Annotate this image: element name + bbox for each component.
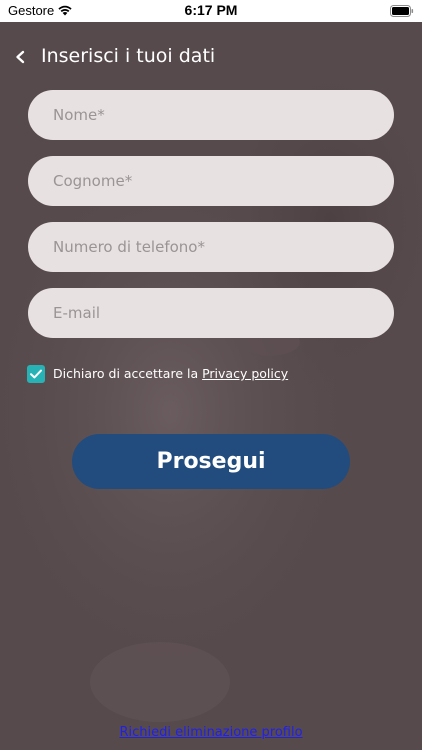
consent-text: Dichiaro di accettare la: [53, 366, 203, 381]
consent-label: Dichiaro di accettare la Privacy policy: [53, 366, 288, 381]
proceed-button[interactable]: Prosegui: [72, 434, 350, 489]
chevron-left-icon[interactable]: [12, 46, 30, 68]
privacy-policy-link[interactable]: Privacy policy: [202, 366, 288, 381]
checkmark-icon: [30, 369, 42, 379]
phone-field[interactable]: [28, 222, 394, 272]
delete-profile-link[interactable]: Richiedi eliminazione profilo: [0, 725, 422, 740]
last-name-field[interactable]: [28, 156, 394, 206]
battery-full-icon: [390, 5, 414, 17]
first-name-field[interactable]: [28, 90, 394, 140]
registration-screen: Gestore 6:17 PM Inserisci i tuoi dati Di: [0, 0, 422, 750]
page-title: Inserisci i tuoi dati: [41, 45, 216, 67]
header: Inserisci i tuoi dati: [0, 40, 422, 74]
status-time: 6:17 PM: [184, 2, 238, 18]
email-field[interactable]: [28, 288, 394, 338]
status-bar: Gestore 6:17 PM: [0, 0, 422, 22]
privacy-checkbox[interactable]: [27, 365, 45, 383]
